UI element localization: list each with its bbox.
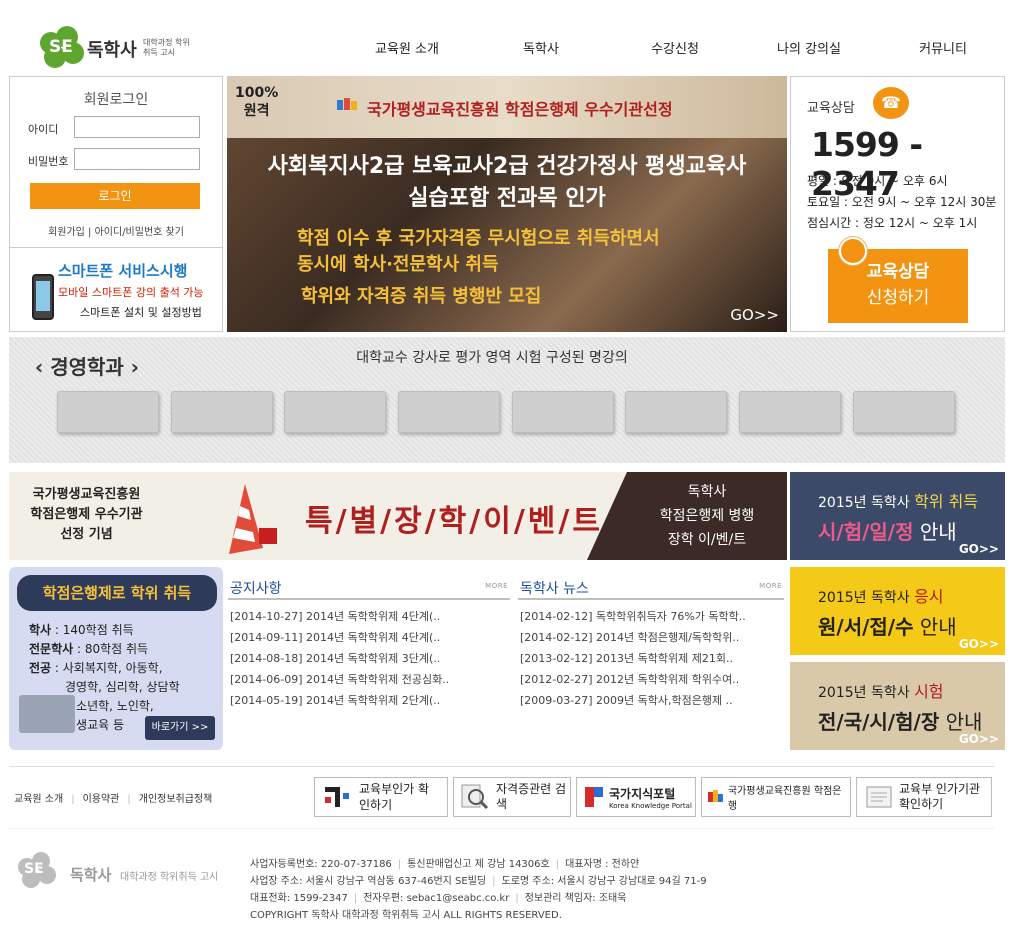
news-item[interactable]: [2009-03-27] 2009년 독학사,학점은행제 .. — [520, 690, 786, 711]
footer-link-privacy[interactable]: 개인정보취급정책 — [139, 794, 213, 805]
ministry-logo-icon — [325, 787, 349, 807]
smartphone-title: 스마트폰 서비스시행 — [58, 262, 188, 280]
copyright: COPYRIGHT 독학사 대학과정 학위취득 고시 ALL RIGHTS RE… — [250, 910, 562, 921]
lecture-card[interactable] — [57, 391, 159, 433]
clover-icon: SE — [40, 26, 84, 70]
logo-subtitle: 대학과정 학위취득 고시 — [143, 38, 190, 57]
notice-item[interactable]: [2014-10-27] 2014년 독학학위제 4단계(.. — [230, 606, 512, 627]
footer-banner-ministry[interactable]: 교육부인가 확인하기 — [314, 777, 448, 817]
go-link[interactable]: GO>> — [959, 732, 999, 746]
notice-item[interactable]: [2014-09-11] 2014년 독학학위제 4단계(.. — [230, 627, 512, 648]
login-title: 회원로그인 — [83, 92, 149, 108]
event-right-text: 독학사 학점은행제 병행 장학 이/벤/트 — [587, 472, 787, 560]
globe-icon — [839, 237, 867, 265]
lecture-card[interactable] — [739, 391, 841, 433]
login-links[interactable]: 회원가입 | 아이디/비밀번호 찾기 — [10, 223, 222, 238]
id-input[interactable] — [74, 116, 200, 138]
footer-logo: SE 독학사 대학과정 학위취득 고시 — [18, 852, 238, 892]
logo-name: 독학사 — [87, 40, 137, 61]
lecture-card[interactable] — [512, 391, 614, 433]
banner-go-link[interactable]: GO>> — [730, 306, 779, 324]
nav-enroll[interactable]: 수강신청 — [608, 38, 742, 58]
news-item[interactable]: [2014-02-12] 2014년 학점은행제/독학학위.. — [520, 627, 786, 648]
credit-bank-logo-icon — [708, 790, 723, 802]
nav-my-classroom[interactable]: 나의 강의실 — [742, 38, 876, 58]
news-title[interactable]: 독학사 뉴스 — [520, 578, 589, 598]
news-board: 독학사 뉴스 MORE [2014-02-12] 독학학위취득자 76%가 독학… — [518, 572, 784, 712]
news-item[interactable]: [2013-02-12] 2013년 독학학위제 제21회.. — [520, 648, 786, 669]
id-label: 아이디 — [28, 123, 59, 136]
notice-item[interactable]: [2014-06-09] 2014년 독학학위제 전공심화.. — [230, 669, 512, 690]
banner-top-text: 국가평생교육진흥원 학점은행제 우수기관선정 — [367, 100, 673, 119]
banner-line2: 실습포함 전과목 인가 — [408, 186, 606, 211]
news-more-link[interactable]: MORE — [759, 582, 782, 590]
department-subtitle: 대학교수 강사로 평가 영역 시험 구성된 명강의 — [356, 350, 628, 366]
footer-nav: 교육원 소개 | 이용약관 | 개인정보취급정책 — [14, 794, 213, 805]
event-left-text: 국가평생교육진흥원 학점은행제 우수기관 선정 기념 — [30, 487, 143, 542]
notice-more-link[interactable]: MORE — [485, 582, 508, 590]
banner-line4: 동시에 학사·전문학사 취득 — [297, 254, 499, 275]
go-link[interactable]: GO>> — [959, 542, 999, 556]
event-title: 특/별/장/학/이/벤/트 — [305, 504, 603, 539]
lecture-card[interactable] — [284, 391, 386, 433]
consult-box: 교육상담 ☎ 1599 - 2347 평일 : 오전 9시 ~ 오후 6시 토요… — [790, 76, 1005, 332]
lecture-card[interactable] — [625, 391, 727, 433]
remote-badge: 100% 원격 — [235, 85, 279, 119]
smartphone-icon — [32, 274, 54, 320]
login-button[interactable]: 로그인 — [30, 183, 200, 209]
telephone-icon: ☎ — [873, 87, 909, 119]
magnifier-icon — [461, 784, 489, 810]
exam-schedule-banner[interactable]: 2015년 독학사 학위 취득 시/험/일/정 안내 GO>> — [790, 472, 1005, 560]
clover-icon: SE — [18, 852, 58, 892]
news-item[interactable]: [2012-02-27] 2012년 독학학위제 학위수여.. — [520, 669, 786, 690]
smartphone-line2: 스마트폰 설치 및 설정방법 — [80, 306, 202, 319]
lecture-card[interactable] — [853, 391, 955, 433]
footer-banner-credit-bank[interactable]: 국가평생교육진흥원 학점은행 — [701, 777, 851, 817]
banner-line5: 학위와 자격증 취득 병행반 모집 — [301, 286, 542, 307]
footer-link-terms[interactable]: 이용약관 — [83, 794, 120, 805]
laptop-icon — [19, 695, 75, 733]
credit-promo-go-button[interactable]: 바로가기 >> — [145, 716, 215, 740]
notice-board: 공지사항 MORE [2014-10-27] 2014년 독학학위제 4단계(.… — [228, 572, 510, 712]
books-icon — [337, 98, 357, 110]
news-item[interactable]: [2014-02-12] 독학학위취득자 76%가 독학학.. — [520, 606, 786, 627]
footer-banner-ministry-approved[interactable]: 교육부 인가기관 확인하기 — [856, 777, 992, 817]
password-input[interactable] — [74, 148, 200, 170]
go-link[interactable]: GO>> — [959, 637, 999, 651]
consult-hours: 평일 : 오전 9시 ~ 오후 6시 토요일 : 오전 9시 ~ 오후 12시 … — [807, 174, 997, 230]
site-logo[interactable]: SE 독학사 대학과정 학위취득 고시 — [40, 26, 200, 72]
scholarship-event-banner[interactable]: 국가평생교육진흥원 학점은행제 우수기관 선정 기념 특/별/장/학/이/벤/트 독… — [9, 472, 787, 560]
lecture-card[interactable] — [398, 391, 500, 433]
notice-item[interactable]: [2014-05-19] 2014년 독학학위제 2단계(.. — [230, 690, 512, 711]
banner-line3: 학점 이수 후 국가자격증 무시험으로 취득하면서 — [297, 228, 660, 249]
password-label: 비밀번호 — [28, 155, 69, 168]
notice-item[interactable]: [2014-08-18] 2014년 독학학위제 3단계(.. — [230, 648, 512, 669]
notice-title[interactable]: 공지사항 — [230, 578, 282, 598]
smartphone-line1: 모바일 스마트폰 강의 출석 가능 — [58, 286, 204, 299]
main-nav: 교육원 소개 독학사 수강신청 나의 강의실 커뮤니티 — [340, 38, 1010, 58]
consult-title: 교육상담 — [807, 101, 855, 116]
footer-link-about[interactable]: 교육원 소개 — [14, 794, 63, 805]
banner-line1: 사회복지사2급 보육교사2급 건강가정사 평생교육사 — [267, 154, 747, 179]
credit-promo-title: 학점은행제로 학위 취득 — [17, 575, 217, 611]
credit-bank-promo: 학점은행제로 학위 취득 학사 : 140학점 취득 전문학사 : 80학점 취… — [9, 567, 223, 750]
main-banner[interactable]: 100% 원격 국가평생교육진흥원 학점은행제 우수기관선정 사회복지사2급 보육… — [227, 76, 787, 332]
login-box: 회원로그인 아이디 비밀번호 로그인 회원가입 | 아이디/비밀번호 찾기 — [9, 76, 223, 248]
department-section: ‹ 경영학과 › 대학교수 강사로 평가 영역 시험 구성된 명강의 — [9, 337, 1005, 463]
application-banner[interactable]: 2015년 독학사 응시 원/서/접/수 안내 GO>> — [790, 567, 1005, 655]
document-icon — [866, 786, 892, 808]
party-hat-icon — [229, 484, 277, 554]
company-info: 사업자등록번호: 220-07-37186 | 통신판매업신고 제 강남 14306… — [250, 856, 707, 924]
footer-banner-license-search[interactable]: 자격증관련 검색 — [453, 777, 571, 817]
nav-community[interactable]: 커뮤니티 — [876, 38, 1010, 58]
nav-about[interactable]: 교육원 소개 — [340, 38, 474, 58]
lecture-card[interactable] — [171, 391, 273, 433]
smartphone-service-banner[interactable]: 스마트폰 서비스시행 모바일 스마트폰 강의 출석 가능 스마트폰 설치 및 설… — [9, 248, 223, 332]
footer-banner-knowledge-portal[interactable]: 국가지식포털 Korea Knowledge Portal — [576, 777, 696, 817]
nav-doksaksa[interactable]: 독학사 — [474, 38, 608, 58]
portal-logo-icon — [585, 787, 603, 807]
exam-site-banner[interactable]: 2015년 독학사 시험 전/국/시/험/장 안내 GO>> — [790, 662, 1005, 750]
